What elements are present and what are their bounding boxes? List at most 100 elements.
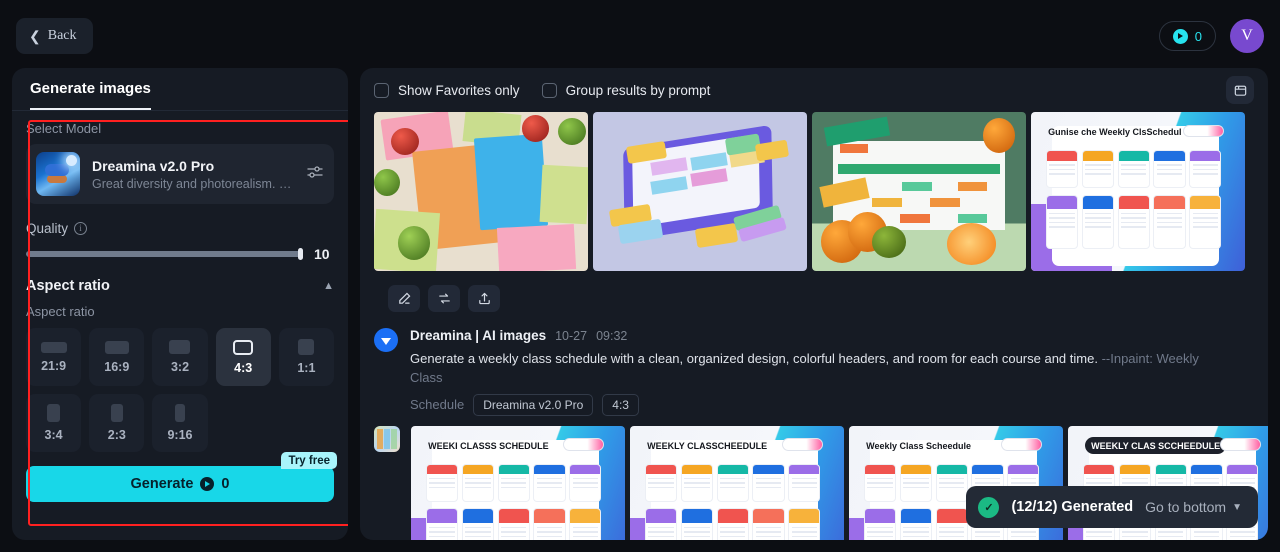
archive-folder-icon[interactable] (1226, 76, 1254, 104)
group-results-checkbox[interactable]: Group results by prompt (541, 82, 711, 98)
prompt-text-wrapper: Generate a weekly class schedule with a … (410, 350, 1220, 388)
schedule-board-with-oranges[interactable] (812, 112, 1026, 271)
reference-image-thumbnail[interactable] (374, 425, 400, 452)
aspect-ratio-grid: 21:9 16:9 3:2 4:3 1:1 3:4 2:3 9:16 (26, 328, 334, 452)
aspect-ratio-option-3-4[interactable]: 3:4 (26, 394, 82, 452)
prompt-continuation: Schedule (410, 397, 465, 413)
group-results-label: Group results by prompt (565, 82, 711, 98)
checkbox-box[interactable] (541, 82, 557, 98)
sliders-icon[interactable] (306, 163, 324, 186)
oranges-schedule-photo (812, 112, 1026, 271)
back-button[interactable]: ❮ Back (16, 18, 93, 54)
chevron-up-icon[interactable]: ▲ (323, 280, 334, 292)
apples-schedule-photo (374, 112, 588, 271)
schedule-card-graphic: WEEKLY CLASSCHEEDULE (630, 425, 844, 540)
aspect-ratio-label: 3:4 (44, 428, 63, 442)
model-selector-card[interactable]: Dreamina v2.0 Pro Great diversity and ph… (26, 144, 334, 204)
credits-value: 0 (1194, 28, 1202, 44)
prompt-text: Generate a weekly class schedule with a … (410, 351, 1098, 366)
model-name: Dreamina v2.0 Pro (92, 157, 215, 174)
aspect-ratio-label: 9:16 (167, 428, 193, 442)
aspect-ratio-shape-icon (174, 404, 185, 422)
generation-status-toast: ✓ (12/12) Generated Go to bottom ▼ (966, 486, 1258, 528)
share-button[interactable] (468, 285, 500, 312)
model-info: Dreamina v2.0 Pro Great diversity and ph… (92, 158, 294, 191)
check-icon: ✓ (978, 496, 1000, 518)
aspect-ratio-label: 3:2 (170, 360, 190, 374)
show-favorites-label: Show Favorites only (398, 82, 520, 98)
chevron-down-icon: ▼ (1232, 501, 1242, 513)
aspect-ratio-option-16-9[interactable]: 16:9 (89, 328, 145, 386)
aspect-ratio-shape-icon (47, 404, 61, 422)
prompt-time: 09:32 (596, 329, 628, 343)
results-panel: Show Favorites only Group results by pro… (360, 68, 1268, 540)
weekly-class-schedule-card[interactable]: Gunise che Weekly ClsSchedule (1031, 112, 1245, 271)
credits-badge[interactable]: 0 (1158, 21, 1216, 51)
aspect-ratio-option-4-3[interactable]: 4:3 (215, 328, 271, 386)
back-button-label: Back (47, 28, 77, 43)
model-avatar-thumbnail (36, 152, 80, 196)
quality-label: Quality (26, 221, 69, 236)
schedule-cards-with-apples[interactable] (374, 112, 588, 271)
avatar-initial: V (1241, 27, 1253, 44)
aspect-ratio-label: 21:9 (41, 358, 67, 373)
result-actions (388, 285, 1254, 312)
avatar[interactable]: V (1230, 19, 1264, 53)
aspect-ratio-option-21-9[interactable]: 21:9 (26, 328, 82, 386)
results-toolbar: Show Favorites only Group results by pro… (360, 68, 1268, 112)
generate-button[interactable]: Generate 0 (26, 466, 334, 502)
aspect-ratio-option-2-3[interactable]: 2:3 (89, 394, 145, 452)
aspect-ratio-option-3-2[interactable]: 3:2 (152, 328, 208, 386)
try-free-badge[interactable]: Try free (281, 452, 337, 469)
go-to-bottom-label: Go to bottom (1145, 499, 1227, 515)
info-icon[interactable]: i (74, 222, 88, 235)
aspect-ratio-label: 4:3 (234, 360, 253, 375)
show-favorites-checkbox[interactable]: Show Favorites only (374, 82, 520, 98)
aspect-ratio-label: 1:1 (297, 361, 316, 375)
schedule-card-graphic: WEEKI CLASSS SCHEDULE (411, 425, 625, 540)
chevron-left-icon: ❮ (29, 28, 41, 44)
app-root: ❮ Back 0 V Generate images Select Model … (0, 0, 1280, 552)
weekly-class-schedule-card[interactable]: WEEKLY CLASSCHEEDULE (630, 425, 844, 540)
top-bar-right: 0 V (1158, 19, 1264, 53)
dreamina-logo-icon (374, 328, 398, 352)
aspect-ratio-shape-icon (298, 339, 315, 355)
settings-body: Select Model Dreamina v2.0 Pro Great div… (12, 111, 348, 502)
top-bar: ❮ Back 0 V (0, 0, 1280, 72)
credit-coin-icon (200, 477, 215, 491)
regenerate-button[interactable] (428, 285, 460, 312)
select-model-label: Select Model (26, 121, 102, 136)
aspect-ratio-header[interactable]: Aspect ratio ▲ (26, 278, 334, 294)
quality-slider[interactable] (26, 248, 303, 260)
aspect-ratio-option-9-16[interactable]: 9:16 (152, 394, 208, 452)
results-body: Gunise che Weekly ClsSchedule Dreamina |… (360, 112, 1268, 540)
prompt-date: 10-27 (555, 329, 588, 343)
aspect-ratio-label: 2:3 (107, 428, 126, 442)
quality-slider-row: 10 (26, 246, 334, 262)
aspect-ratio-shape-icon (104, 340, 129, 354)
aspect-ratio-shape-icon (110, 404, 123, 422)
prompt-header: Dreamina | AI images 10-27 09:32 (410, 328, 1220, 343)
go-to-bottom-button[interactable]: Go to bottom ▼ (1145, 499, 1242, 515)
tab-generate-images[interactable]: Generate images (30, 80, 151, 110)
aspect-ratio-title: Aspect ratio (26, 278, 110, 294)
model-description: Great diversity and photorealism. Of... (92, 176, 294, 191)
aspect-ratio-shape-icon (169, 340, 191, 354)
tag-aspect-ratio[interactable]: 4:3 (602, 393, 639, 416)
quality-slider-knob[interactable] (298, 248, 303, 260)
isometric-schedule-graphic (593, 112, 807, 271)
generate-cost: 0 (221, 476, 230, 492)
left-settings-panel: Generate images Select Model Dreamina v2… (12, 68, 348, 540)
quality-value: 10 (314, 246, 330, 262)
credit-coin-icon (1172, 28, 1188, 44)
checkbox-box[interactable] (374, 82, 389, 98)
tag-model[interactable]: Dreamina v2.0 Pro (473, 393, 594, 416)
aspect-ratio-option-1-1[interactable]: 1:1 (278, 328, 334, 386)
isometric-3d-weekly-schedule[interactable] (593, 112, 807, 271)
schedule-card-graphic: Gunise che Weekly ClsSchedule (1031, 112, 1245, 271)
prompt-source: Dreamina | AI images (410, 328, 547, 343)
weekly-class-schedule-card[interactable]: WEEKI CLASSS SCHEDULE (411, 425, 625, 540)
generation-status-text: (12/12) Generated (1011, 499, 1134, 515)
panel-tabbar: Generate images (12, 68, 348, 111)
edit-button[interactable] (388, 285, 420, 312)
